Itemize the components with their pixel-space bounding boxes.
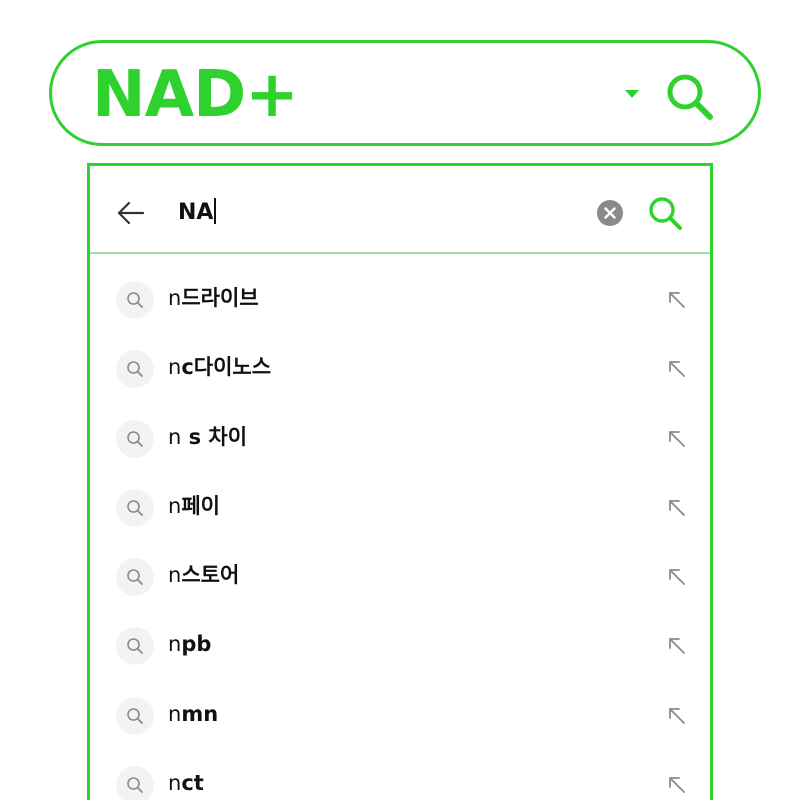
suggestion-label: n드라이브 xyxy=(168,282,259,314)
suggestion-item[interactable]: n스토어 xyxy=(90,531,710,600)
suggestion-search-icon-bg xyxy=(116,419,154,458)
caret-down-icon[interactable] xyxy=(625,90,639,98)
suggestion-item[interactable]: nmn xyxy=(90,670,710,739)
suggestion-label: nmn xyxy=(168,698,218,730)
search-icon xyxy=(127,569,143,586)
clear-icon[interactable] xyxy=(597,200,623,226)
search-input[interactable]: NA xyxy=(178,196,217,230)
suggestion-label-prefix: n xyxy=(168,355,182,380)
suggestion-label-rest: s 차이 xyxy=(181,424,248,449)
suggestion-label-rest: 스토어 xyxy=(181,563,240,588)
search-icon xyxy=(127,707,143,724)
suggestion-label-prefix: n xyxy=(168,771,182,796)
arrow-up-left-icon[interactable] xyxy=(666,358,688,380)
suggestion-item[interactable]: nc다이노스 xyxy=(90,323,710,392)
arrow-up-left-icon[interactable] xyxy=(666,705,688,727)
suggestion-label-prefix: n xyxy=(168,493,182,518)
search-submit-icon[interactable] xyxy=(646,194,686,234)
suggestion-label: n s 차이 xyxy=(168,421,247,453)
suggestion-item[interactable]: npb xyxy=(90,600,710,669)
suggestion-item[interactable]: nct xyxy=(90,739,710,800)
search-icon xyxy=(127,430,143,447)
suggestion-label: n스토어 xyxy=(168,559,239,591)
suggestion-label-rest: c다이노스 xyxy=(181,355,272,380)
search-input-value: NA xyxy=(178,200,214,225)
autocomplete-panel: NA n드라이브 nc다이노스 n s 차이 n페이 n스토어 npb nmn … xyxy=(87,163,713,800)
suggestion-label-prefix: n xyxy=(168,701,182,726)
suggestion-label-rest: 드라이브 xyxy=(181,286,259,310)
main-search-bar[interactable]: NAD+ xyxy=(49,40,761,146)
arrow-up-left-icon[interactable] xyxy=(666,774,688,796)
arrow-up-left-icon[interactable] xyxy=(666,566,688,588)
suggestion-item[interactable]: n페이 xyxy=(90,462,710,531)
arrow-up-left-icon[interactable] xyxy=(666,497,688,519)
arrow-up-left-icon[interactable] xyxy=(666,428,688,450)
suggestion-search-icon-bg xyxy=(116,281,154,319)
suggestion-search-icon-bg xyxy=(116,350,154,389)
suggestion-search-icon-bg xyxy=(116,558,154,597)
suggestion-search-icon-bg xyxy=(116,696,154,735)
suggestion-search-icon-bg xyxy=(116,766,154,800)
suggestion-label-rest: mn xyxy=(181,701,219,726)
arrow-up-left-icon[interactable] xyxy=(666,289,688,311)
suggestion-label-rest: 페이 xyxy=(181,493,220,518)
search-icon[interactable] xyxy=(664,71,716,123)
suggestion-label-prefix: n xyxy=(168,424,182,449)
search-input-row: NA xyxy=(90,166,710,254)
back-arrow-icon[interactable] xyxy=(116,198,146,228)
suggestion-label: n페이 xyxy=(168,490,220,522)
search-icon xyxy=(127,638,143,655)
suggestion-item[interactable]: n s 차이 xyxy=(90,393,710,462)
suggestion-list: n드라이브 nc다이노스 n s 차이 n페이 n스토어 npb nmn nct xyxy=(90,254,710,800)
search-icon xyxy=(127,500,143,516)
page: NAD+ NA n드라이브 nc다이노스 n s 차이 n페이 n스토어 npb… xyxy=(0,0,800,800)
suggestion-search-icon-bg xyxy=(116,627,154,666)
suggestion-item[interactable]: n드라이브 xyxy=(90,254,710,323)
search-icon xyxy=(127,361,143,378)
text-cursor xyxy=(214,198,217,224)
suggestion-label-prefix: n xyxy=(168,286,182,310)
suggestion-label-rest: ct xyxy=(181,771,204,796)
suggestion-label-prefix: n xyxy=(168,563,182,588)
search-bar-text: NAD+ xyxy=(92,58,299,132)
suggestion-search-icon-bg xyxy=(116,488,154,527)
suggestion-label: nct xyxy=(168,767,204,799)
suggestion-label-prefix: n xyxy=(168,632,182,657)
search-icon xyxy=(127,777,143,793)
search-icon xyxy=(127,292,143,308)
arrow-up-left-icon[interactable] xyxy=(666,635,688,657)
suggestion-label: npb xyxy=(168,628,211,660)
suggestion-label-rest: pb xyxy=(181,632,212,657)
suggestion-label: nc다이노스 xyxy=(168,351,271,383)
